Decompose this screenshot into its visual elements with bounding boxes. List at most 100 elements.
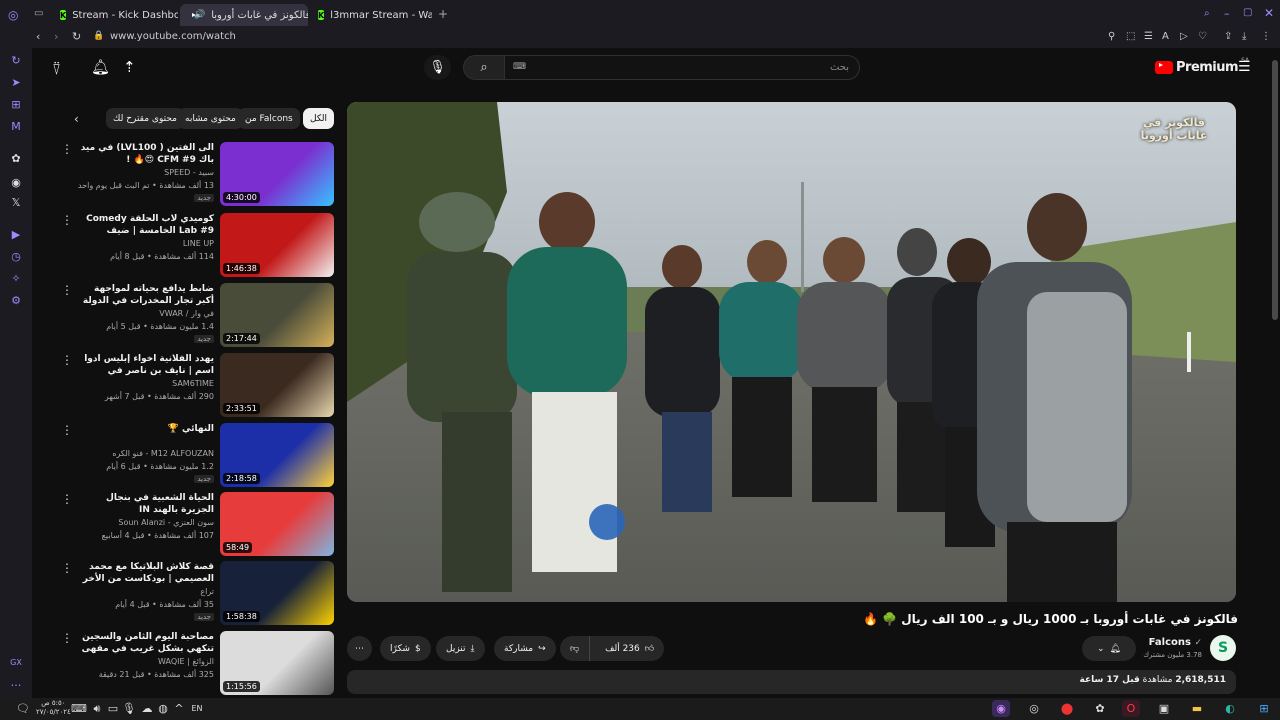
store-icon[interactable]: ▣ — [1155, 700, 1173, 717]
recommended-video[interactable]: 4:30:00 الى الفتين ( LVL100) في ميد باك C… — [60, 142, 334, 206]
download-button[interactable]: ⤓ تنزيل — [436, 636, 485, 661]
profile-icon[interactable]: ⇪ — [1224, 31, 1232, 42]
recommended-video[interactable]: 1:58:38 قصة كلاش البلاتيكا مع محمد العصيم… — [60, 561, 334, 625]
notifications-icon[interactable]: 🔔︎ — [91, 58, 110, 76]
recommended-title[interactable]: قصة كلاش البلاتيكا مع محمد العصيمي | بود… — [80, 561, 214, 585]
workspaces-icon[interactable]: ▭ — [34, 8, 43, 19]
speed-dial-icon[interactable]: ↻ — [9, 54, 23, 68]
more-options-icon[interactable]: ⋮ — [60, 492, 74, 506]
recommended-channel[interactable]: M12 ALFOUZAN - فنو الكره — [74, 449, 214, 458]
chip-related[interactable]: محتوى مشابه — [178, 108, 243, 129]
pin-icon[interactable]: ⚲ — [1108, 31, 1115, 42]
voice-search-button[interactable]: 🎙︎ — [424, 55, 451, 80]
maximize-icon[interactable]: ▢ — [1243, 7, 1252, 18]
video-thumbnail[interactable]: 2:18:58 — [220, 423, 334, 487]
x-icon[interactable]: 𝕏 — [9, 196, 23, 210]
search-tabs-icon[interactable]: ⌕ — [1204, 8, 1210, 19]
obs-icon[interactable]: ◎ — [1025, 700, 1043, 717]
chevron-up-icon[interactable]: ^ — [170, 700, 188, 717]
video-thumbnail[interactable]: 58:49 — [220, 492, 334, 556]
more-options-icon[interactable]: ⋮ — [60, 142, 74, 156]
settings-menu-icon[interactable]: ⋮ — [1261, 31, 1271, 42]
recommended-title[interactable]: يهدد الفلانية اخواء إبليس ادوا اسم | ناي… — [80, 353, 214, 377]
minimize-icon[interactable]: – — [1224, 7, 1230, 20]
settings-icon[interactable]: ⚙ — [9, 294, 23, 308]
chip-recommended[interactable]: محتوى مقترح لك — [106, 108, 184, 129]
keyboard-icon[interactable]: ⌨ — [513, 62, 526, 72]
recommended-video[interactable]: 58:49 الحياة الشعبية في بنجال الجزيرة بال… — [60, 492, 334, 556]
more-options-icon[interactable]: ⋮ — [60, 283, 74, 297]
video-player[interactable]: فالكونز في غابات أوروبا — [347, 102, 1236, 602]
recommended-channel[interactable]: تراع — [74, 587, 214, 596]
recommended-title[interactable]: الحياة الشعبية في بنجال الجزيرة بالهند I… — [80, 492, 214, 516]
download-icon[interactable]: ⤓ — [1242, 31, 1246, 42]
recommended-channel[interactable]: الزوائغ | WAQIE — [74, 657, 214, 666]
chips-prev-icon[interactable]: ‹ — [74, 112, 79, 126]
recommended-channel[interactable]: سون العنزي - Soun Alanzi — [74, 518, 214, 527]
share-button[interactable]: ↪ مشاركة — [494, 636, 556, 661]
search-input[interactable]: ⌨ بحث — [504, 55, 860, 80]
lock-icon[interactable]: 🔒 — [93, 31, 104, 41]
recommended-title[interactable]: النهائي 🏆 — [80, 423, 214, 435]
more-icon[interactable]: … — [9, 676, 23, 690]
recommended-video[interactable]: 2:33:51 يهدد الفلانية اخواء إبليس ادوا اس… — [60, 353, 334, 417]
mic-icon[interactable]: 🎙︎ — [120, 700, 138, 717]
navigator-icon[interactable]: ➤ — [9, 76, 23, 90]
more-options-icon[interactable]: ⋮ — [60, 213, 74, 227]
recommended-video[interactable]: 1:46:38 كوميدي لاب الحلقة Comedy Lab #9 ا… — [60, 213, 334, 277]
recommended-channel[interactable]: LINE UP — [74, 239, 214, 248]
file-explorer-icon[interactable]: ▬ — [1188, 700, 1206, 717]
recommended-title[interactable]: الى الفتين ( LVL100) في ميد باك CFM #9 😍… — [80, 142, 214, 166]
forward-icon[interactable]: › — [54, 30, 58, 43]
browser-menu-icon[interactable]: ◎ — [8, 8, 18, 22]
keyboard-icon[interactable]: ⌨ — [70, 700, 88, 717]
more-actions-button[interactable]: ⋯ — [347, 636, 372, 661]
screenshot-icon[interactable]: ⬚ — [1126, 31, 1135, 42]
recommended-channel[interactable]: في وار / VWAR — [74, 309, 214, 318]
tab-kick-stream[interactable]: K l3mmar Stream - Watch L — [310, 4, 432, 26]
video-thumbnail[interactable]: 4:30:00 — [220, 142, 334, 206]
reload-icon[interactable]: ↻ — [72, 30, 81, 43]
video-thumbnail[interactable]: 1:46:38 — [220, 213, 334, 277]
new-tab-button[interactable]: + — [438, 7, 448, 21]
extensions-icon[interactable]: ✧ — [9, 272, 23, 286]
chip-from-falcons[interactable]: من Falcons — [238, 108, 300, 129]
more-options-icon[interactable]: ⋮ — [60, 631, 74, 645]
chatgpt-icon[interactable]: ✿ — [9, 152, 23, 166]
page-scrollbar[interactable] — [1272, 60, 1278, 320]
recommended-video[interactable]: 1:15:56 مصاحبة اليوم الثامن والسجين تنكهي… — [60, 631, 334, 695]
subscribed-button[interactable]: ⌄ 🔔︎ — [1082, 636, 1136, 661]
edge-icon[interactable]: ◐ — [1221, 700, 1239, 717]
video-thumbnail[interactable]: 1:58:38 — [220, 561, 334, 625]
more-options-icon[interactable]: ⋮ — [60, 353, 74, 367]
chatgpt-icon[interactable]: ✿ — [1091, 700, 1109, 717]
video-thumbnail[interactable]: 1:15:56 — [220, 631, 334, 695]
back-icon[interactable]: ‹ — [36, 30, 40, 43]
tab-kick-dashboard[interactable]: K Stream - Kick Dashboard — [52, 4, 178, 26]
bookmarks-icon[interactable]: ⊞ — [9, 98, 23, 112]
create-icon[interactable]: ⍢ — [52, 60, 61, 78]
app-icon[interactable]: ◉ — [992, 700, 1010, 717]
history-icon[interactable]: ◷ — [9, 250, 23, 264]
recommended-title[interactable]: ضابط يدافع بحياته لمواجهة أكبر تجار المخ… — [80, 283, 214, 307]
messenger-icon[interactable]: M — [9, 120, 23, 134]
video-thumbnail[interactable]: 2:17:44 — [220, 283, 334, 347]
youtube-logo[interactable]: Premium SA — [1155, 57, 1249, 75]
recommended-video[interactable]: 2:17:44 ضابط يدافع بحياته لمواجهة أكبر تج… — [60, 283, 334, 347]
opera-gx-icon[interactable]: O — [1122, 700, 1140, 717]
language-indicator[interactable]: EN — [188, 700, 206, 717]
video-thumbnail[interactable]: 2:33:51 — [220, 353, 334, 417]
start-icon[interactable]: ⊞ — [1255, 700, 1273, 717]
reader-icon[interactable]: ☰ — [1144, 31, 1153, 42]
recommended-video[interactable]: 2:18:58 النهائي 🏆 M12 ALFOUZAN - فنو الكره… — [60, 423, 334, 487]
url-field[interactable]: www.youtube.com/watch — [110, 31, 236, 42]
search-button[interactable]: ⌕ — [463, 55, 505, 80]
chip-all[interactable]: الكل — [303, 108, 335, 129]
bookmark-icon[interactable]: ♡ — [1198, 31, 1207, 42]
translate-icon[interactable]: A — [1162, 31, 1169, 42]
recommended-title[interactable]: كوميدي لاب الحلقة Comedy Lab #9 الخامسة … — [80, 213, 214, 237]
player-icon[interactable]: ▶ — [9, 228, 23, 242]
like-button[interactable]: 👍︎ 236 ألف — [595, 636, 664, 661]
thanks-button[interactable]: $ شكرًا — [380, 636, 431, 661]
channel-avatar[interactable]: S — [1210, 635, 1236, 661]
